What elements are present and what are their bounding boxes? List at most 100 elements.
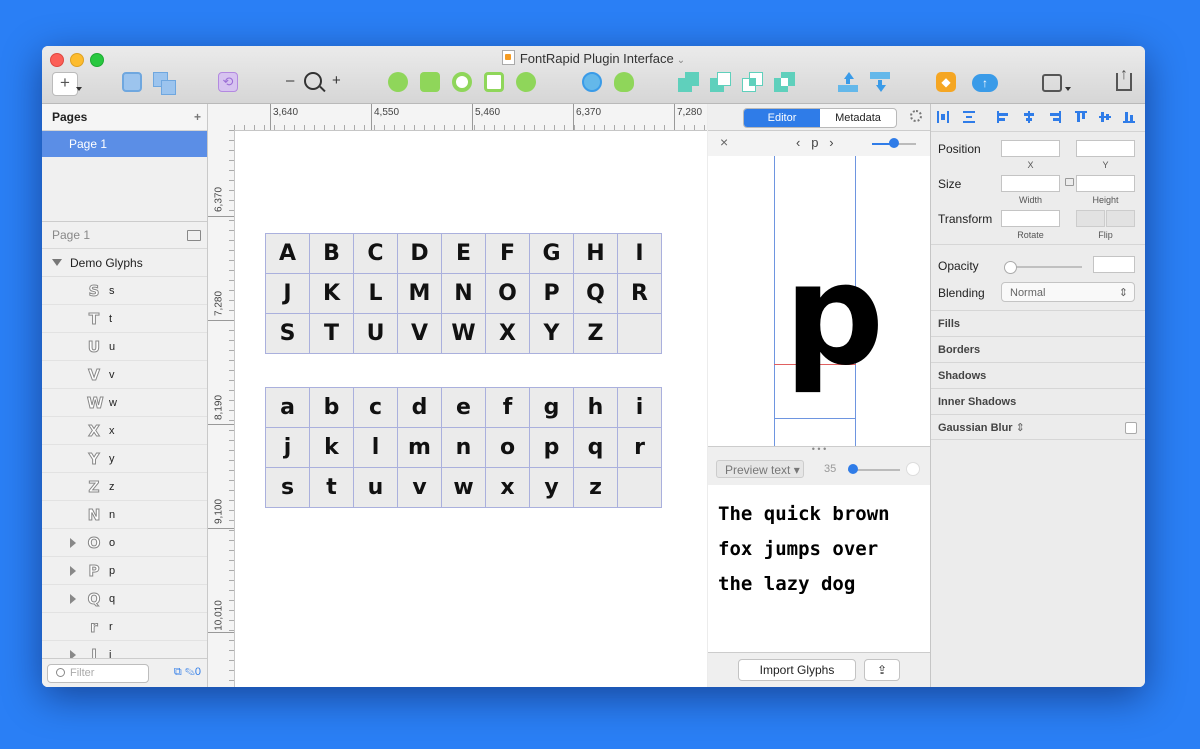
canvas[interactable]: 3,640 4,550 5,460 6,370 7,280 6,370 7,280 8,19… xyxy=(208,104,707,687)
glyph-cell[interactable]: Q xyxy=(573,273,618,314)
glyph-cell[interactable]: p xyxy=(529,427,574,468)
boolean-subtract-icon[interactable] xyxy=(710,72,732,94)
preview-text-dropdown[interactable]: Preview text ▾ xyxy=(716,460,804,478)
glyph-cell[interactable]: I xyxy=(617,233,662,274)
zoom-in-button[interactable]: + xyxy=(332,72,341,94)
glyph-cell[interactable]: z xyxy=(573,467,618,508)
layer-row-y[interactable]: Yy xyxy=(42,445,207,473)
height-field[interactable] xyxy=(1076,175,1135,192)
glyph-cell[interactable] xyxy=(617,467,662,508)
layer-row-q[interactable]: Qq xyxy=(42,585,207,613)
glyph-cell[interactable]: i xyxy=(617,387,662,428)
filter-input[interactable]: Filter xyxy=(47,664,149,683)
view-dropdown-icon[interactable] xyxy=(1065,87,1071,91)
horizontal-ruler[interactable]: 3,640 4,550 5,460 6,370 7,280 xyxy=(234,104,707,131)
filter-options[interactable]: ⧉ ✎0 xyxy=(174,666,201,679)
zoom-out-button[interactable]: – xyxy=(286,72,294,94)
union-icon[interactable] xyxy=(388,72,408,92)
preview-size-knob[interactable] xyxy=(848,464,858,474)
share-button[interactable]: ⇪ xyxy=(864,659,900,681)
add-page-button[interactable]: + xyxy=(194,108,201,126)
glyph-cell[interactable]: L xyxy=(353,273,398,314)
glyph-cell[interactable]: T xyxy=(309,313,354,354)
opacity-field[interactable] xyxy=(1093,256,1135,273)
distribute-horizontal-icon[interactable] xyxy=(937,111,949,123)
align-bottom-icon[interactable] xyxy=(1123,111,1135,123)
copy-icon[interactable]: ⧉ xyxy=(174,666,182,678)
rotate-icon[interactable] xyxy=(452,72,472,92)
borders-section[interactable]: Borders xyxy=(931,336,1145,362)
gaussian-blur-checkbox[interactable] xyxy=(1125,422,1137,434)
glyph-cell[interactable] xyxy=(617,313,662,354)
rotate-field[interactable] xyxy=(1001,210,1060,227)
disclosure-open-icon[interactable] xyxy=(52,259,62,266)
glyph-cell[interactable]: y xyxy=(529,467,574,508)
disclosure-closed-icon[interactable] xyxy=(70,565,76,576)
align-right-icon[interactable] xyxy=(1049,111,1061,123)
scissors-icon[interactable] xyxy=(512,68,540,96)
glyph-cell[interactable]: t xyxy=(309,467,354,508)
glyph-cell[interactable]: k xyxy=(309,427,354,468)
insert-dropdown-icon[interactable] xyxy=(76,87,82,91)
subtract-icon[interactable] xyxy=(420,72,440,92)
align-center-icon[interactable] xyxy=(1023,111,1035,123)
gear-icon[interactable] xyxy=(910,110,922,122)
glyph-cell[interactable]: B xyxy=(309,233,354,274)
layer-row-t[interactable]: Tt xyxy=(42,305,207,333)
send-backward-icon[interactable] xyxy=(870,72,890,94)
layer-row-n[interactable]: Nn xyxy=(42,501,207,529)
glyph-cell[interactable]: W xyxy=(441,313,486,354)
scale-icon[interactable] xyxy=(614,72,634,92)
position-y-field[interactable] xyxy=(1076,140,1135,157)
glyph-preview[interactable]: p xyxy=(708,156,930,446)
cloud-upload-icon[interactable]: ↑ xyxy=(972,74,998,92)
opacity-knob[interactable] xyxy=(1004,261,1017,274)
vertical-ruler[interactable]: 6,370 7,280 8,190 9,100 10,010 xyxy=(208,130,235,687)
layer-row-p[interactable]: Pp xyxy=(42,557,207,585)
flip-horizontal-button[interactable] xyxy=(1076,210,1105,227)
width-field[interactable] xyxy=(1001,175,1060,192)
next-glyph-button[interactable]: › xyxy=(829,135,833,150)
glyph-cell[interactable]: S xyxy=(265,313,310,354)
fills-section[interactable]: Fills xyxy=(931,310,1145,336)
glyph-cell[interactable]: D xyxy=(397,233,442,274)
blending-select[interactable]: Normal ⇕ xyxy=(1001,282,1135,302)
glyph-cell[interactable]: Y xyxy=(529,313,574,354)
chevron-down-icon[interactable]: ⌄ xyxy=(677,55,685,66)
zoom-slider[interactable] xyxy=(872,138,916,148)
glyph-cell[interactable]: c xyxy=(353,387,398,428)
layer-row-z[interactable]: Zz xyxy=(42,473,207,501)
layer-row-x[interactable]: Xx xyxy=(42,417,207,445)
distribute-vertical-icon[interactable] xyxy=(963,111,975,123)
boolean-union-icon[interactable] xyxy=(678,72,700,94)
glyph-cell[interactable]: x xyxy=(485,467,530,508)
view-button[interactable] xyxy=(1042,74,1062,92)
glyph-cell[interactable]: s xyxy=(265,467,310,508)
glyph-cell[interactable]: P xyxy=(529,273,574,314)
layer-row-s[interactable]: Ss xyxy=(42,277,207,305)
preview-text[interactable]: The quick brown fox jumps over the lazy … xyxy=(708,485,930,653)
glyph-cell[interactable]: E xyxy=(441,233,486,274)
glyph-cell[interactable]: Z xyxy=(573,313,618,354)
group-icon[interactable] xyxy=(122,72,142,92)
disclosure-closed-icon[interactable] xyxy=(70,593,76,604)
glyph-cell[interactable]: r xyxy=(617,427,662,468)
glyph-cell[interactable]: X xyxy=(485,313,530,354)
glyph-cell[interactable]: g xyxy=(529,387,574,428)
glyph-cell[interactable]: M xyxy=(397,273,442,314)
boolean-intersect-icon[interactable] xyxy=(742,72,764,94)
glyph-cell[interactable]: n xyxy=(441,427,486,468)
glyph-cell[interactable]: a xyxy=(265,387,310,428)
glyph-cell[interactable]: F xyxy=(485,233,530,274)
glyph-cell[interactable]: o xyxy=(485,427,530,468)
glyph-cell[interactable]: N xyxy=(441,273,486,314)
sketch-plugin-icon[interactable]: ◆ xyxy=(936,72,956,92)
opacity-slider[interactable] xyxy=(1004,261,1082,274)
lock-icon[interactable] xyxy=(1065,178,1074,186)
preview-color-well[interactable] xyxy=(906,462,920,476)
layer-row-v[interactable]: Vv xyxy=(42,361,207,389)
glyph-cell[interactable]: h xyxy=(573,387,618,428)
glyph-cell[interactable]: w xyxy=(441,467,486,508)
layer-row-u[interactable]: Uu xyxy=(42,333,207,361)
create-symbol-icon[interactable]: ⟲ xyxy=(218,72,238,92)
